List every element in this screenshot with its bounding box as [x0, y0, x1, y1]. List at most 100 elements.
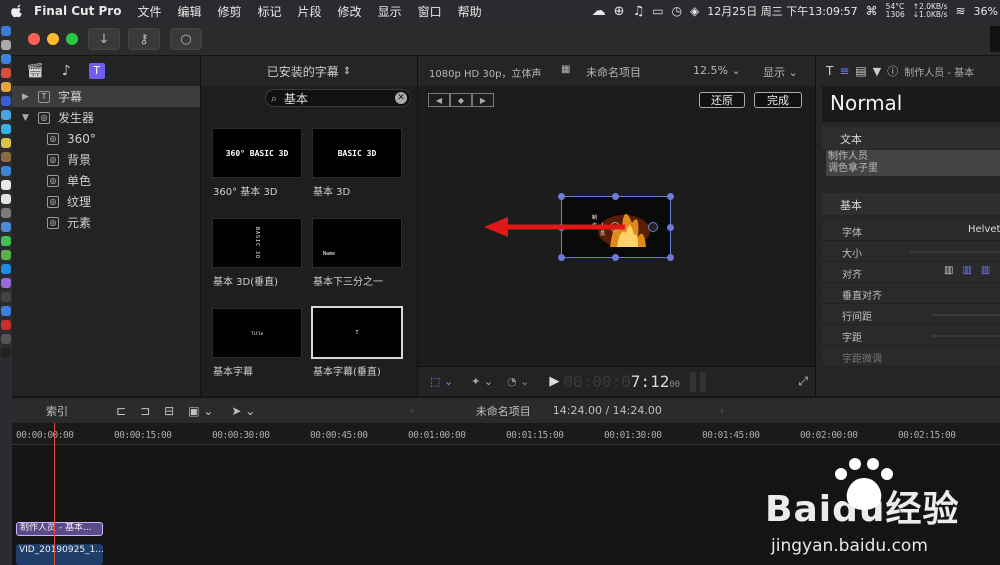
- menu-edit[interactable]: 编辑: [177, 3, 201, 20]
- dock-app-icon[interactable]: [1, 250, 11, 260]
- edit-menu[interactable]: ▣ ⌄: [188, 404, 213, 418]
- disclosure-down-icon[interactable]: ▼: [22, 113, 32, 123]
- text-style-name[interactable]: Normal: [822, 86, 1000, 122]
- timeline-ruler[interactable]: 00:00:00:00 00:00:15:00 00:00:30:00 00:0…: [12, 423, 1000, 445]
- clock-icon[interactable]: ◷: [672, 4, 682, 18]
- next-keyframe-icon[interactable]: ▶: [472, 93, 494, 107]
- info-tab-icon[interactable]: ⓘ: [887, 63, 898, 79]
- dock-app-icon[interactable]: [1, 110, 11, 120]
- reset-button[interactable]: 还原: [699, 92, 745, 108]
- generator-item-backgrounds[interactable]: ◎ 背景: [12, 149, 200, 170]
- title-thumbnail[interactable]: BASIC 3D: [212, 218, 302, 268]
- generator-item-solids[interactable]: ◎ 单色: [12, 170, 200, 191]
- network-stats[interactable]: ↑2.0KB/s ↓1.0KB/s: [913, 3, 948, 19]
- dock-app-icon[interactable]: [1, 236, 11, 246]
- paragraph-tab-icon[interactable]: ≡: [839, 64, 849, 78]
- library-item-generators[interactable]: ▼ ◎ 发生器: [12, 107, 200, 128]
- zoom-menu[interactable]: 12.5% ⌄: [693, 64, 741, 77]
- crop-tool-menu[interactable]: ⬚ ⌄: [430, 375, 453, 388]
- close-window-button[interactable]: [28, 33, 40, 45]
- playhead[interactable]: [54, 423, 55, 565]
- rotation-handle[interactable]: [648, 222, 658, 232]
- menu-mark[interactable]: 标记: [258, 3, 282, 20]
- generator-item-elements[interactable]: ◎ 元素: [12, 212, 200, 233]
- ghost-icon[interactable]: ☁: [592, 3, 606, 19]
- generator-item-textures[interactable]: ◎ 纹理: [12, 191, 200, 212]
- cpu-stats[interactable]: 54°C 1306: [886, 3, 905, 19]
- dock-app-icon[interactable]: [1, 152, 11, 162]
- menu-app-name[interactable]: Final Cut Pro: [34, 4, 121, 18]
- dock-app-icon[interactable]: [1, 166, 11, 176]
- transform-handle[interactable]: [667, 224, 674, 231]
- keywords-button[interactable]: ⚷: [128, 28, 160, 50]
- workspace-toggle[interactable]: [990, 26, 1000, 52]
- title-thumbnail[interactable]: BASIC 3D: [312, 128, 402, 178]
- datetime[interactable]: 12月25日 周三 下午13:09:57: [707, 3, 857, 19]
- menu-trim[interactable]: 修剪: [218, 3, 242, 20]
- size-slider[interactable]: [910, 251, 1000, 253]
- select-tool-menu[interactable]: ➤ ⌄: [231, 404, 255, 418]
- dock-app-icon[interactable]: [1, 96, 11, 106]
- menu-help[interactable]: 帮助: [458, 3, 482, 20]
- transform-handle[interactable]: [667, 193, 674, 200]
- clip-append-icon[interactable]: ⊏: [116, 404, 126, 418]
- previous-keyframe-icon[interactable]: ◀: [428, 93, 450, 107]
- title-thumbnail[interactable]: 360° BASIC 3D: [212, 128, 302, 178]
- display-menu[interactable]: 显示 ⌄: [763, 64, 798, 80]
- dock-app-icon[interactable]: [1, 138, 11, 148]
- tracking-slider[interactable]: [932, 335, 1000, 337]
- search-field[interactable]: ⌕ 基本 ✕: [265, 89, 411, 107]
- text-content-field[interactable]: 制作人员 调色拿子里: [826, 150, 1000, 176]
- import-button[interactable]: ↓: [88, 28, 120, 50]
- minimize-window-button[interactable]: [47, 33, 59, 45]
- dock-app-icon[interactable]: [1, 278, 11, 288]
- disclosure-right-icon[interactable]: ▶: [22, 92, 32, 102]
- section-text[interactable]: 文本: [822, 127, 1000, 149]
- wifi-icon[interactable]: ≋: [955, 4, 965, 18]
- align-center-icon[interactable]: ▥▥: [962, 265, 999, 276]
- index-button[interactable]: 索引: [46, 403, 106, 419]
- font-value[interactable]: Helvet: [968, 224, 1000, 235]
- apple-icon[interactable]: [10, 4, 24, 18]
- speed-menu[interactable]: ◔ ⌄: [507, 375, 529, 388]
- dock-app-icon[interactable]: [1, 68, 11, 78]
- menu-view[interactable]: 显示: [378, 3, 402, 20]
- section-basic[interactable]: 基本: [822, 193, 1000, 215]
- menu-window[interactable]: 窗口: [418, 3, 442, 20]
- enhance-menu[interactable]: ✦ ⌄: [471, 375, 493, 388]
- generator-item-360[interactable]: ◎ 360°: [12, 128, 200, 149]
- dock-app-icon[interactable]: [1, 292, 11, 302]
- dock-app-icon[interactable]: [1, 124, 11, 134]
- done-button[interactable]: 完成: [754, 92, 802, 108]
- music-icon[interactable]: ♫: [633, 4, 645, 19]
- transform-handle[interactable]: [558, 193, 565, 200]
- dock-app-icon[interactable]: [1, 26, 11, 36]
- menu-modify[interactable]: 修改: [338, 3, 362, 20]
- dock-app-icon[interactable]: [1, 194, 11, 204]
- dock-app-icon[interactable]: [1, 306, 11, 316]
- clapper-icon[interactable]: 🎬︎: [26, 63, 44, 79]
- timeline-back-icon[interactable]: ‹: [409, 404, 413, 417]
- dock-app-icon[interactable]: [1, 180, 11, 190]
- transform-handle[interactable]: [558, 254, 565, 261]
- display-icon[interactable]: ▭: [652, 4, 663, 18]
- timecode-display[interactable]: 00:00:07:1200: [563, 372, 680, 391]
- background-tasks-button[interactable]: ○: [170, 28, 202, 50]
- title-clip[interactable]: 制作人员 - 基本...: [16, 522, 103, 536]
- transform-handle[interactable]: [612, 193, 619, 200]
- globe-icon[interactable]: ⊕: [614, 4, 625, 19]
- bookmark-icon[interactable]: ⌘: [866, 4, 878, 18]
- dock-app-icon[interactable]: [1, 54, 11, 64]
- title-thumbnail[interactable]: Title: [212, 308, 302, 358]
- dock-app-icon[interactable]: [1, 40, 11, 50]
- transform-handle[interactable]: [612, 254, 619, 261]
- dock-app-icon[interactable]: [1, 208, 11, 218]
- play-button[interactable]: ▶: [549, 374, 559, 389]
- menu-file[interactable]: 文件: [137, 3, 161, 20]
- title-thumbnail[interactable]: Name: [312, 218, 402, 268]
- titles-generators-icon[interactable]: T: [88, 63, 105, 79]
- dock-app-icon[interactable]: [1, 348, 11, 358]
- video-clip[interactable]: VID_20190925_1...: [16, 544, 103, 565]
- line-spacing-slider[interactable]: [932, 314, 1000, 316]
- text-tab-icon[interactable]: T: [826, 64, 833, 78]
